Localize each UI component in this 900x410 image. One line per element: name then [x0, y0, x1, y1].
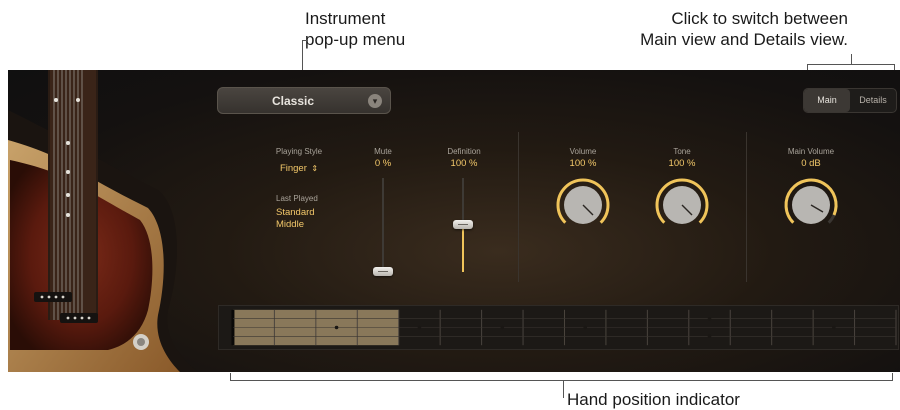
hand-position-indicator[interactable]	[218, 305, 899, 350]
main-view-button[interactable]: Main	[804, 89, 850, 112]
fret-marker-dot	[707, 334, 712, 338]
fret-marker-dot	[334, 325, 339, 330]
fret-marker-dot	[417, 325, 422, 330]
hand-position-callout: Hand position indicator	[567, 390, 740, 409]
hand-position-bracket-left	[230, 373, 231, 381]
last-played-value-line1: Standard	[276, 207, 315, 218]
hand-position-bracket-bottom	[230, 380, 893, 381]
view-switch: Main Details	[803, 88, 897, 113]
main-volume-label: Main Volume	[787, 147, 835, 156]
view-switch-callout-line2: Main view and Details view.	[640, 30, 848, 49]
definition-value: 100 %	[450, 158, 478, 169]
tone-knob[interactable]	[652, 175, 712, 235]
fret-marker-dot	[832, 325, 836, 330]
instrument-callout-line1: Instrument	[305, 9, 386, 28]
last-played-label: Last Played	[276, 194, 318, 203]
instrument-popup-menu[interactable]: Classic ▾	[217, 87, 391, 114]
definition-slider-fill	[462, 225, 464, 272]
view-switch-bracket-top	[807, 64, 895, 65]
definition-slider-thumb[interactable]	[453, 220, 473, 229]
tone-value: 100 %	[668, 158, 696, 169]
fret-marker-dot	[707, 317, 712, 321]
hand-position-bracket-stem	[563, 380, 564, 398]
playing-style-value: Finger	[279, 163, 307, 174]
main-volume-knob[interactable]	[781, 175, 841, 235]
volume-label: Volume	[569, 147, 597, 156]
details-view-button[interactable]: Details	[850, 89, 896, 112]
view-switch-callout: Click to switch between Main view and De…	[640, 8, 848, 50]
main-volume-value: 0 dB	[801, 158, 821, 169]
definition-label: Definition	[447, 147, 481, 156]
mute-label: Mute	[374, 147, 392, 156]
updown-chevron-icon: ⇕	[311, 164, 319, 173]
playing-style-label: Playing Style	[275, 147, 323, 156]
last-played-value-line2: Middle	[276, 219, 304, 230]
volume-knob[interactable]	[553, 175, 613, 235]
mute-value: 0 %	[374, 158, 392, 169]
instrument-callout-line2: pop-up menu	[305, 30, 406, 49]
section-divider-1	[518, 132, 519, 282]
section-divider-2	[746, 132, 747, 282]
bass-guitar-image	[8, 70, 198, 372]
fret-marker-dot	[500, 325, 505, 330]
plugin-panel: Classic ▾ Main Details Playing Style Fin…	[8, 70, 900, 372]
mute-slider-track	[382, 178, 384, 272]
mute-slider-thumb[interactable]	[373, 267, 393, 276]
view-switch-callout-line1: Click to switch between	[671, 9, 848, 28]
playing-style-popup[interactable]: Finger ⇕	[264, 158, 334, 176]
instrument-popup-label: Classic	[271, 94, 315, 108]
chevron-down-icon: ▾	[368, 94, 382, 108]
tone-label: Tone	[673, 147, 691, 156]
hand-position-bracket-right	[892, 373, 893, 381]
volume-value: 100 %	[569, 158, 597, 169]
fret-marker-dot	[583, 325, 587, 330]
instrument-callout: Instrument pop-up menu	[305, 8, 405, 50]
view-switch-bracket-stem	[851, 54, 852, 64]
instrument-pointer-tick	[302, 40, 308, 41]
